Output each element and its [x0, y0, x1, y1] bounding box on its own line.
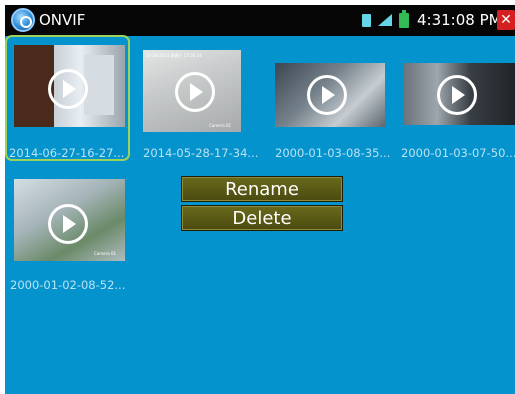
video-thumbnail-5[interactable]: Camera 01 2000-01-02-08-52...: [5, 165, 135, 295]
play-icon: [48, 69, 88, 109]
screen: ONVIF 4:31:08 PM ✕ 2014-06-27-16-27... 0…: [5, 5, 515, 394]
video-thumbnail-1[interactable]: 2014-06-27-16-27...: [5, 5, 135, 165]
video-caption: 2000-01-02-08-52...: [10, 278, 126, 292]
play-icon: [175, 72, 215, 112]
video-thumbnail-2[interactable]: 05-28-2014 星期三 17:34:24 Camera 01 2014-0…: [138, 5, 268, 165]
video-caption: 2000-01-03-08-35...: [275, 146, 391, 160]
play-icon: [437, 75, 477, 115]
video-caption: 2014-05-28-17-34...: [143, 146, 259, 160]
play-icon: [48, 204, 88, 244]
play-icon: [307, 75, 347, 115]
rename-button[interactable]: Rename: [181, 176, 343, 202]
video-timestamp-overlay: 05-28-2014 星期三 17:34:24: [146, 53, 202, 58]
camera-watermark: Camera 01: [94, 251, 117, 256]
video-caption: 2000-01-03-07-50...: [401, 146, 515, 160]
delete-button[interactable]: Delete: [181, 205, 343, 231]
camera-watermark: Camera 01: [209, 123, 232, 128]
video-thumbnail-3[interactable]: 2000-01-03-08-35...: [271, 5, 401, 165]
video-thumbnail-4[interactable]: 2000-01-03-07-50...: [401, 5, 515, 165]
video-caption: 2014-06-27-16-27...: [9, 146, 125, 160]
